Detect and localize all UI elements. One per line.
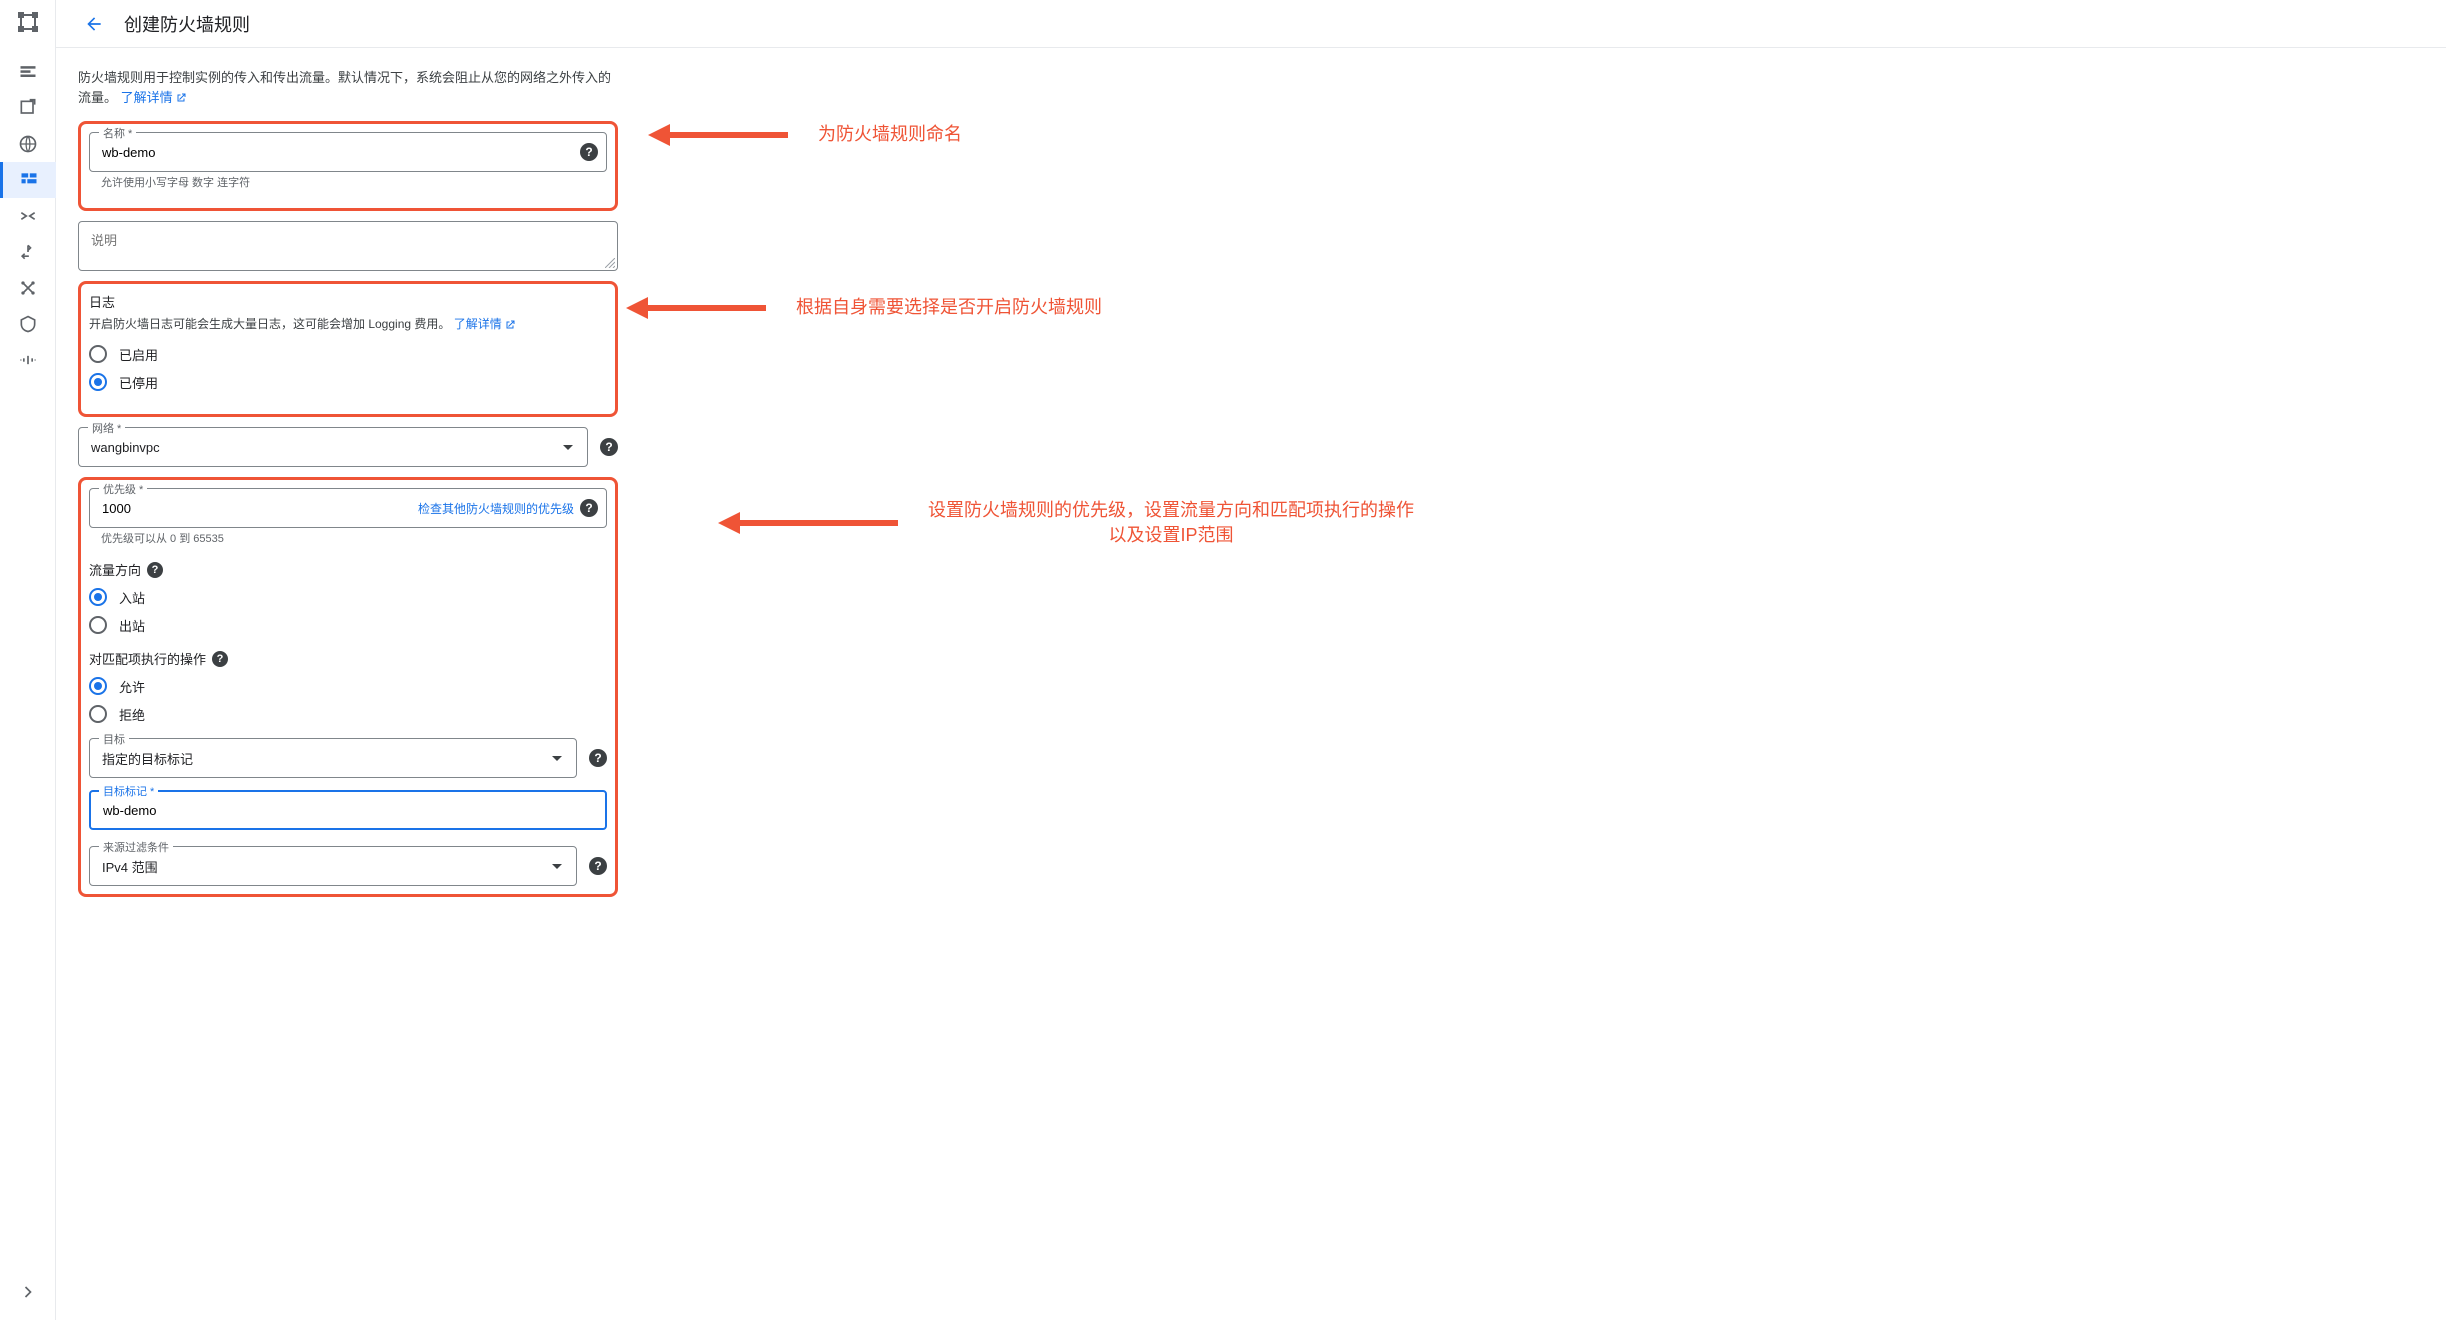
help-icon[interactable]: ? [147,562,163,578]
sidebar-expand[interactable] [0,1274,56,1310]
annotation-2: 根据自身需要选择是否开启防火墙规则 [626,293,1102,323]
sidebar-item-3[interactable] [0,126,56,162]
page-title: 创建防火墙规则 [124,11,250,37]
product-logo [16,10,40,34]
log-learn-more-link[interactable]: 了解详情 [454,317,516,331]
annotation-1: 为防火墙规则命名 [648,120,962,150]
log-desc: 开启防火墙日志可能会生成大量日志，这可能会增加 Logging 费用。 了解详情 [89,315,607,332]
radio-icon [89,616,107,634]
direction-title: 流量方向 ? [89,560,607,579]
target-tag-input-row[interactable] [89,790,607,830]
action-title: 对匹配项执行的操作 ? [89,649,607,668]
help-icon[interactable]: ? [600,438,618,456]
arrow-icon [648,120,788,150]
arrow-icon [626,293,766,323]
log-disabled-radio[interactable]: 已停用 [89,368,607,396]
annotation-box-log: 日志 开启防火墙日志可能会生成大量日志，这可能会增加 Logging 费用。 了… [78,281,618,417]
help-icon[interactable]: ? [212,651,228,667]
radio-icon [89,705,107,723]
name-label: 名称 * [99,125,136,141]
description-field[interactable] [78,221,618,271]
learn-more-link[interactable]: 了解详情 [121,90,187,105]
action-deny-radio[interactable]: 拒绝 [89,700,607,728]
sidebar-item-2[interactable] [0,90,56,126]
help-icon[interactable]: ? [580,499,598,517]
sidebar-item-1[interactable] [0,54,56,90]
resize-handle-icon [605,258,615,268]
priority-input[interactable] [102,501,300,516]
arrow-icon [718,508,898,538]
radio-icon [89,373,107,391]
radio-icon [89,677,107,695]
sidebar [0,0,56,1320]
log-enabled-radio[interactable]: 已启用 [89,340,607,368]
chevron-down-icon [552,864,562,869]
chevron-down-icon [563,445,573,450]
target-select[interactable]: 指定的目标标记 [89,738,577,778]
network-select[interactable]: wangbinvpc [78,427,588,467]
back-button[interactable] [76,6,112,42]
help-icon[interactable]: ? [589,749,607,767]
sidebar-item-9[interactable] [0,342,56,378]
direction-ingress-radio[interactable]: 入站 [89,583,607,611]
target-tag-label: 目标标记 * [99,783,158,799]
priority-hint: 优先级可以从 0 到 65535 [89,530,607,546]
log-title: 日志 [89,292,607,311]
radio-icon [89,588,107,606]
intro-text: 防火墙规则用于控制实例的传入和传出流量。默认情况下，系统会阻止从您的网络之外传入… [78,68,618,107]
arrow-left-icon [84,14,104,34]
sidebar-item-6[interactable] [0,234,56,270]
help-icon[interactable]: ? [589,857,607,875]
name-input-row[interactable]: ? [89,132,607,172]
sidebar-item-7[interactable] [0,270,56,306]
radio-icon [89,345,107,363]
sidebar-item-firewall[interactable] [0,162,56,198]
network-label: 网络 * [88,420,125,436]
external-link-icon [504,319,516,331]
annotation-layer: 为防火墙规则命名 根据自身需要选择是否开启防火墙规则 设置防火墙规则的优先级，设… [618,68,2426,1300]
description-textarea[interactable] [91,230,605,262]
help-icon[interactable]: ? [580,143,598,161]
sidebar-item-5[interactable] [0,198,56,234]
header: 创建防火墙规则 [56,0,2446,48]
target-label: 目标 [99,731,129,747]
chevron-down-icon [552,756,562,761]
annotation-box-name: 名称 * ? 允许使用小写字母 数字 连字符 [78,121,618,211]
annotation-box-priority: 优先级 * 检查其他防火墙规则的优先级 ? 优先级可以从 0 到 65535 流… [78,477,618,897]
check-priority-link[interactable]: 检查其他防火墙规则的优先级 [300,500,574,517]
source-filter-label: 来源过滤条件 [99,839,173,855]
name-input[interactable] [102,145,574,160]
priority-row: 检查其他防火墙规则的优先级 ? [89,488,607,528]
target-tag-input[interactable] [103,803,597,818]
action-allow-radio[interactable]: 允许 [89,672,607,700]
sidebar-item-8[interactable] [0,306,56,342]
name-hint: 允许使用小写字母 数字 连字符 [89,174,607,190]
priority-label: 优先级 * [99,481,147,497]
annotation-3: 设置防火墙规则的优先级，设置流量方向和匹配项执行的操作 以及设置IP范围 [718,498,1414,548]
external-link-icon [175,92,187,104]
direction-egress-radio[interactable]: 出站 [89,611,607,639]
